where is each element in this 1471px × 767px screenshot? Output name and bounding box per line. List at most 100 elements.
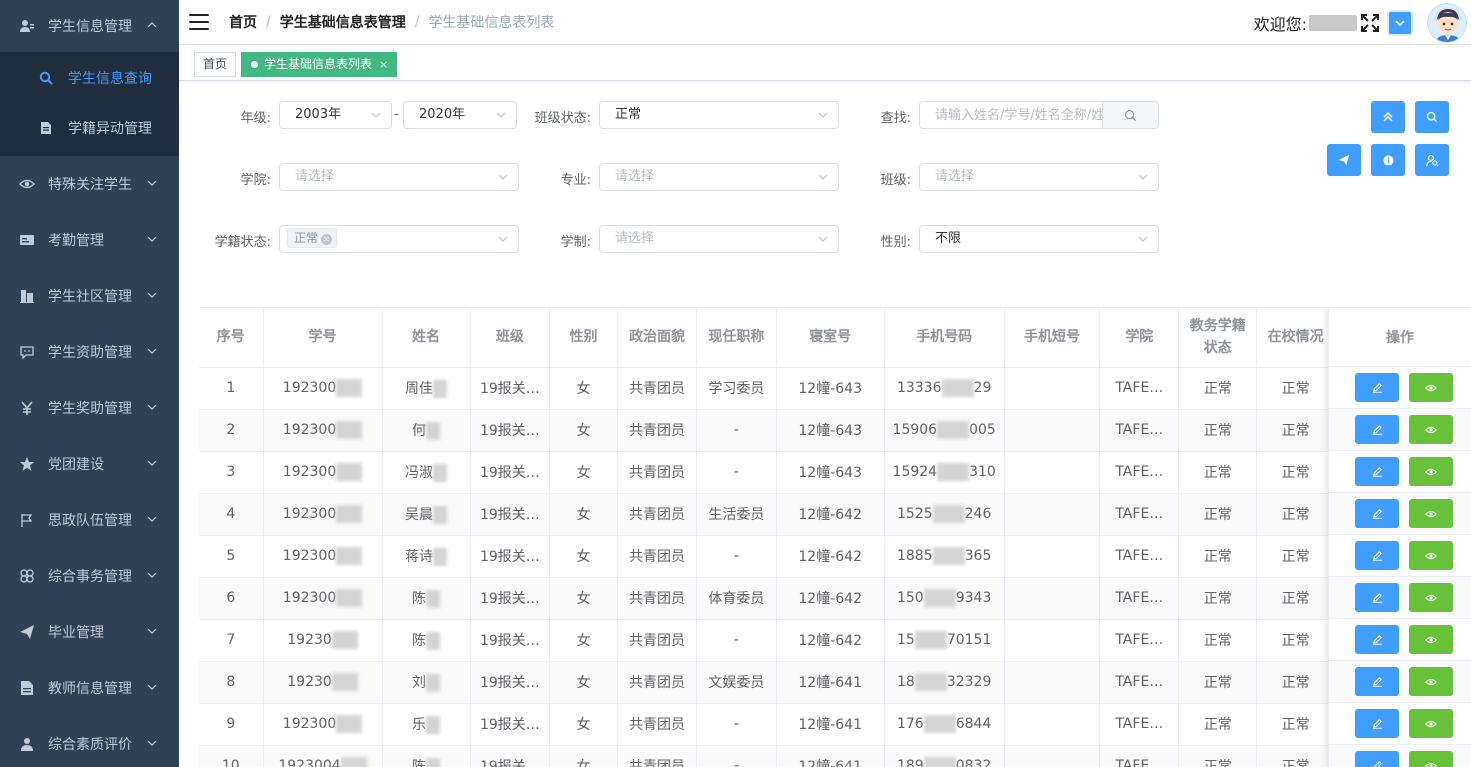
table-row[interactable]: 1 192300 周佳 19报关… 女共青团员 学习委员 12幢-643 13336 29 TAF… <box>199 367 1471 410</box>
user-search-button[interactable] <box>1415 144 1449 176</box>
menu-financial-aid[interactable]: 学生资助管理 <box>0 324 179 380</box>
col-header[interactable]: 在校情况 <box>1256 308 1336 368</box>
info-button[interactable] <box>1371 144 1405 176</box>
edit-button[interactable] <box>1355 415 1399 444</box>
college-select[interactable]: 请选择 <box>279 163 519 191</box>
col-header[interactable]: 姓名 <box>382 308 471 368</box>
menu-community[interactable]: 学生社区管理 <box>0 268 179 324</box>
send-button[interactable] <box>1327 144 1361 176</box>
menu-teacher-info[interactable]: 教师信息管理 <box>0 660 179 716</box>
table-row[interactable]: 8 19230 刘 19报关… 女共青团员 文娱委员 12幢-641 18 32329 TAFE…… <box>199 661 1471 704</box>
system-select[interactable]: 请选择 <box>599 225 839 253</box>
col-header[interactable]: 教务学籍状态 <box>1178 308 1258 368</box>
search-label: 查找: <box>880 111 911 126</box>
submenu-student-query[interactable]: 学生信息查询 <box>0 53 179 103</box>
sid-text: 192300 <box>282 422 337 438</box>
menu-award-aid[interactable]: 学生奖助管理 <box>0 380 179 436</box>
edit-button[interactable] <box>1355 751 1399 767</box>
col-header[interactable]: 寝室号 <box>776 308 885 368</box>
menu-student-info[interactable]: 学生信息管理 <box>0 0 179 52</box>
eye-icon <box>1425 426 1437 433</box>
col-header[interactable]: 手机短号 <box>1004 308 1101 368</box>
view-button[interactable] <box>1409 625 1453 654</box>
edit-button[interactable] <box>1355 541 1399 570</box>
menu-attendance[interactable]: 考勤管理 <box>0 212 179 268</box>
breadcrumb-home[interactable]: 首页 <box>229 12 257 32</box>
cell-college: TAFE… <box>1099 577 1180 620</box>
class-status-label: 班级状态: <box>534 111 591 126</box>
edit-button[interactable] <box>1355 457 1399 486</box>
table-row[interactable]: 10 1923004 陈 19报关… 女共青团员 -12幢-641 189 0832 TAFE…… <box>199 745 1471 767</box>
table-row[interactable]: 9 192300 乐 19报关… 女共青团员 -12幢-641 176 6844 TAFE… 正常… <box>199 703 1471 746</box>
menu-general-affairs[interactable]: 综合事务管理 <box>0 548 179 604</box>
col-header[interactable]: 性别 <box>549 308 618 368</box>
col-header[interactable]: 序号 <box>199 308 264 368</box>
search-input[interactable] <box>920 102 1102 128</box>
menu-graduation[interactable]: 毕业管理 <box>0 604 179 660</box>
tag-active[interactable]: 学生基础信息表列表 × <box>241 52 398 77</box>
major-select[interactable]: 请选择 <box>599 163 839 191</box>
table-row[interactable]: 5 192300 蒋诗 19报关… 女共青团员 -12幢-642 1885 365 TAFE… 正… <box>199 535 1471 578</box>
name-text: 周佳 <box>405 381 434 397</box>
edit-button[interactable] <box>1355 709 1399 738</box>
chevron-down-icon <box>147 236 157 242</box>
table-row[interactable]: 4 192300 吴晨 19报关… 女共青团员 生活委员 12幢-642 1525 246 TAF… <box>199 493 1471 536</box>
view-button[interactable] <box>1409 457 1453 486</box>
cell-sid: 19230 <box>263 619 383 662</box>
view-button[interactable] <box>1409 583 1453 612</box>
col-header[interactable]: 手机号码 <box>884 308 1005 368</box>
class-status-select[interactable]: 正常 <box>599 101 839 129</box>
sid-redacted <box>336 589 363 607</box>
tag-close-icon[interactable]: × <box>379 58 388 71</box>
hamburger-icon[interactable] <box>189 14 209 30</box>
cell-no: 5 <box>199 535 264 578</box>
col-header[interactable]: 学院 <box>1099 308 1180 368</box>
fullscreen-icon[interactable] <box>1361 13 1379 32</box>
view-button[interactable] <box>1409 373 1453 402</box>
grade-from-select[interactable]: 2003年 <box>279 101 392 129</box>
menu-quality-evaluation[interactable]: 综合素质评价 <box>0 716 179 767</box>
search-button[interactable] <box>1102 102 1158 128</box>
document-icon <box>18 679 36 697</box>
table-row[interactable]: 2 192300 何 19报关… 女共青团员 -12幢-643 15906 005 TAFE… 正… <box>199 409 1471 452</box>
edit-button[interactable] <box>1355 625 1399 654</box>
gender-select[interactable]: 不限 <box>919 225 1159 253</box>
enroll-status-select[interactable]: 正常 ✕ <box>279 225 519 253</box>
person-icon <box>18 735 36 753</box>
view-button[interactable] <box>1409 667 1453 696</box>
col-header[interactable]: 学号 <box>263 308 383 368</box>
edit-button[interactable] <box>1355 373 1399 402</box>
cell-political: 共青团员 <box>617 661 698 704</box>
col-header[interactable]: 班级 <box>470 308 551 368</box>
grade-to-select[interactable]: 2020年 <box>403 101 517 129</box>
breadcrumb-parent[interactable]: 学生基础信息表管理 <box>280 12 406 32</box>
tag-home[interactable]: 首页 <box>194 52 237 77</box>
view-button[interactable] <box>1409 415 1453 444</box>
table-row[interactable]: 7 19230 陈 19报关… 女共青团员 -12幢-642 15 70151 TAFE… 正常正… <box>199 619 1471 662</box>
menu-party-building[interactable]: 党团建设 <box>0 436 179 492</box>
phone-suffix: 310 <box>969 464 996 480</box>
avatar[interactable] <box>1427 2 1467 43</box>
view-button[interactable] <box>1409 709 1453 738</box>
collapse-button[interactable] <box>1371 101 1405 133</box>
submenu-enrollment-change[interactable]: 学籍异动管理 <box>0 103 179 153</box>
col-header[interactable]: 现任职称 <box>696 308 777 368</box>
table-row[interactable]: 3 192300 冯淑 19报关… 女共青团员 -12幢-643 15924 310 TAFE…… <box>199 451 1471 494</box>
edit-icon <box>1372 383 1382 393</box>
query-button[interactable] <box>1415 101 1449 133</box>
menu-ideological-team[interactable]: 思政队伍管理 <box>0 492 179 548</box>
table-row[interactable]: 6 192300 陈 19报关… 女共青团员 体育委员 12幢-642 150 9343 TAFE… <box>199 577 1471 620</box>
building-icon <box>18 287 36 305</box>
edit-button[interactable] <box>1355 583 1399 612</box>
user-dropdown-button[interactable] <box>1389 11 1411 34</box>
menu-special-attention[interactable]: 特殊关注学生 <box>0 156 179 212</box>
view-button[interactable] <box>1409 499 1453 528</box>
chevron-down-icon <box>371 112 381 118</box>
edit-button[interactable] <box>1355 667 1399 696</box>
view-button[interactable] <box>1409 751 1453 767</box>
edit-button[interactable] <box>1355 499 1399 528</box>
chip-close-icon[interactable]: ✕ <box>321 234 333 245</box>
view-button[interactable] <box>1409 541 1453 570</box>
col-header[interactable]: 政治面貌 <box>617 308 698 368</box>
class-select[interactable]: 请选择 <box>919 163 1159 191</box>
